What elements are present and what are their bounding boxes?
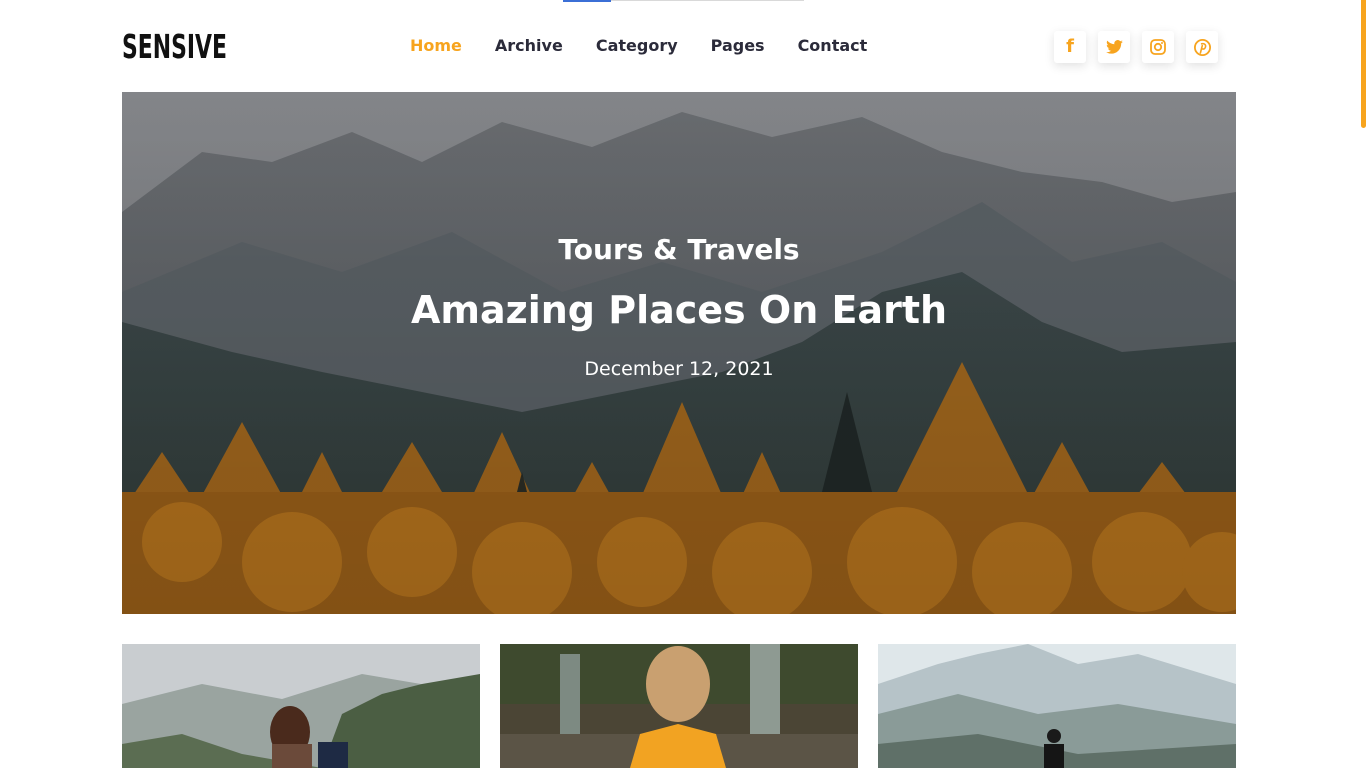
nav-pages[interactable]: Pages: [711, 36, 765, 56]
hero-image: [122, 92, 1236, 614]
hero-banner[interactable]: Tours & Travels Amazing Places On Earth …: [122, 92, 1236, 614]
nav-contact[interactable]: Contact: [798, 36, 868, 56]
nav-category[interactable]: Category: [596, 36, 678, 56]
pinterest-button[interactable]: [1186, 31, 1218, 63]
nav-archive[interactable]: Archive: [495, 36, 563, 56]
post-image-3: [878, 644, 1236, 768]
logo[interactable]: SENSIVE: [122, 24, 228, 66]
post-image-2: [500, 644, 858, 768]
post-card-2[interactable]: [500, 644, 858, 768]
nav-home[interactable]: Home: [410, 36, 462, 56]
twitter-button[interactable]: [1098, 31, 1130, 63]
svg-text:SENSIVE: SENSIVE: [122, 27, 227, 66]
facebook-button[interactable]: f: [1054, 31, 1086, 63]
hero-title[interactable]: Amazing Places On Earth: [122, 288, 1236, 332]
pinterest-icon: [1193, 38, 1211, 56]
top-progress-bar: [563, 0, 611, 2]
logo-wordmark: SENSIVE: [122, 27, 227, 66]
instagram-button[interactable]: [1142, 31, 1174, 63]
main-nav: Home Archive Category Pages Contact: [410, 36, 900, 56]
hero-date: December 12, 2021: [584, 358, 774, 380]
scroll-indicator[interactable]: [1361, 0, 1366, 128]
hero-category[interactable]: Tours & Travels: [122, 233, 1236, 266]
post-image-1: [122, 644, 480, 768]
post-card-1[interactable]: [122, 644, 480, 768]
social-links: f: [1054, 31, 1218, 63]
facebook-icon: f: [1066, 36, 1074, 57]
post-card-3[interactable]: [878, 644, 1236, 768]
instagram-icon: [1150, 39, 1166, 55]
twitter-icon: [1105, 40, 1123, 54]
